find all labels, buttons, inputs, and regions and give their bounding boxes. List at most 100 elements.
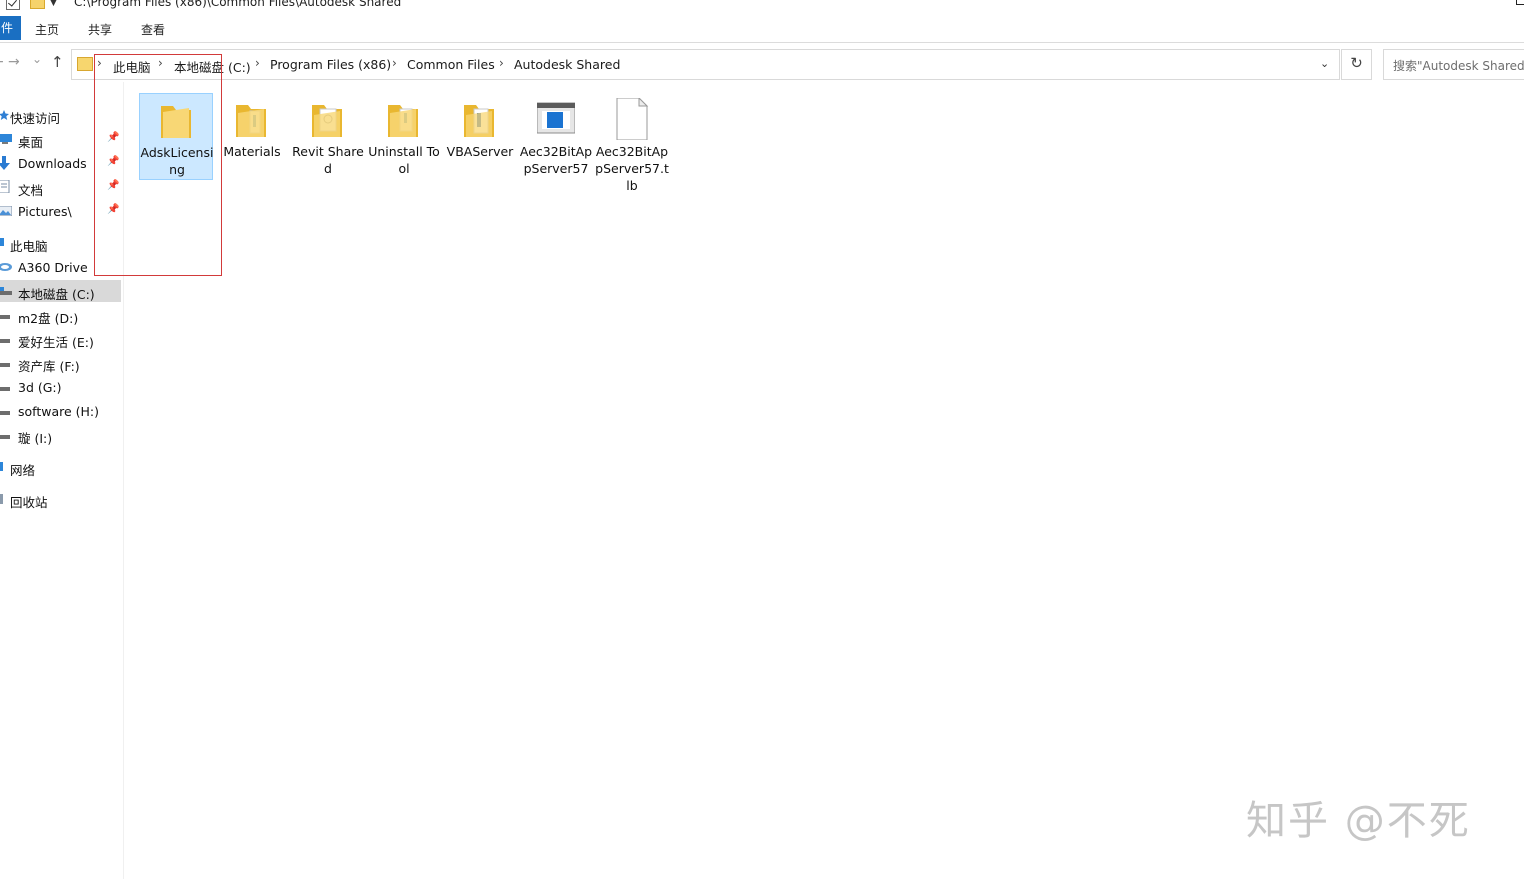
- sidebar-item-label: 网络: [10, 463, 36, 478]
- folder-icon: [312, 105, 342, 137]
- sidebar-item-label: 文档: [18, 183, 44, 198]
- cloud-drive-icon: [0, 263, 12, 271]
- desktop-icon: [0, 134, 12, 144]
- tab-share[interactable]: 共享: [88, 21, 112, 38]
- item-label: Materials: [223, 144, 281, 159]
- sidebar-item-label: 本地磁盘 (C:): [18, 287, 95, 302]
- search-placeholder: 搜索"Autodesk Shared": [1393, 59, 1524, 73]
- star-icon: [0, 110, 9, 120]
- sidebar-item-documents[interactable]: 文档 📌: [0, 176, 121, 198]
- address-dropdown-icon[interactable]: ⌄: [1320, 57, 1329, 70]
- list-item[interactable]: AdskLicensing: [139, 93, 213, 180]
- pictures-icon: [0, 206, 12, 216]
- tab-view[interactable]: 查看: [141, 21, 165, 38]
- pin-icon[interactable]: 📌: [107, 132, 119, 143]
- download-icon: [0, 156, 10, 170]
- sidebar-item-label: Pictures\: [18, 204, 72, 219]
- sidebar-item-label: 桌面: [18, 135, 44, 150]
- sidebar-item-local-disk-c[interactable]: 本地磁盘 (C:): [0, 280, 121, 302]
- quick-access-properties-icon[interactable]: [6, 0, 20, 10]
- navigation-bar: ← → ⌄ ↑ › 此电脑 › 本地磁盘 (C:) › Program File…: [0, 47, 1524, 80]
- sidebar-item-downloads[interactable]: Downloads 📌: [0, 152, 121, 174]
- folder-icon: [388, 105, 418, 137]
- recent-locations-button[interactable]: ⌄: [32, 52, 42, 66]
- navigation-pane: 快速访问 桌面 📌 Downloads 📌 文档 📌 Pictures\ 📌 此…: [0, 96, 122, 879]
- breadcrumb-separator-icon[interactable]: ›: [158, 56, 163, 70]
- sidebar-item-drive-f[interactable]: 资产库 (F:): [0, 352, 121, 374]
- list-item[interactable]: VBAServer: [443, 93, 517, 193]
- sidebar-item-drive-i[interactable]: 璇 (I:): [0, 424, 121, 446]
- breadcrumb-separator-icon[interactable]: ›: [499, 56, 504, 70]
- list-item[interactable]: Uninstall Tool: [367, 93, 441, 193]
- sidebar-item-desktop[interactable]: 桌面 📌: [0, 128, 121, 150]
- breadcrumb-separator-icon[interactable]: ›: [392, 56, 397, 70]
- sidebar-item-network[interactable]: 网络: [0, 456, 121, 478]
- sidebar-item-label: 3d (G:): [18, 380, 62, 395]
- window-title: C:\Program Files (x86)\Common Files\Auto…: [74, 0, 402, 9]
- list-item[interactable]: Aec32BitAppServer57.tlb: [595, 93, 669, 193]
- back-button[interactable]: ←: [0, 54, 4, 70]
- title-bar: ▼ C:\Program Files (x86)\Common Files\Au…: [0, 0, 1524, 14]
- sidebar-item-label: 快速访问: [10, 111, 61, 126]
- sidebar-item-a360-drive[interactable]: A360 Drive: [0, 256, 121, 278]
- ribbon: 件 主页 共享 查看: [0, 16, 1524, 43]
- item-label: Revit Shared: [292, 144, 364, 176]
- breadcrumb-separator-icon[interactable]: ›: [97, 56, 102, 70]
- drive-icon: [0, 387, 10, 391]
- sidebar-item-drive-e[interactable]: 爱好生活 (E:): [0, 328, 121, 350]
- list-item[interactable]: Aec32BitAppServer57: [519, 93, 593, 193]
- drive-icon: [0, 315, 10, 319]
- search-input[interactable]: 搜索"Autodesk Shared": [1383, 49, 1524, 80]
- sidebar-item-label: A360 Drive: [18, 260, 88, 275]
- sidebar-item-label: 资产库 (F:): [18, 359, 80, 374]
- breadcrumb-common-files[interactable]: Common Files: [407, 57, 495, 72]
- drive-icon: [0, 411, 10, 415]
- folder-icon: [236, 105, 266, 137]
- item-label: Uninstall Tool: [368, 144, 440, 176]
- sidebar-item-drive-d[interactable]: m2盘 (D:): [0, 304, 121, 326]
- pin-icon[interactable]: 📌: [107, 156, 119, 167]
- address-bar[interactable]: › 此电脑 › 本地磁盘 (C:) › Program Files (x86) …: [71, 49, 1340, 80]
- breadcrumb-this-pc[interactable]: 此电脑: [113, 57, 151, 76]
- file-icon: [616, 98, 649, 140]
- list-item[interactable]: Revit Shared: [291, 93, 365, 193]
- drive-icon: [0, 435, 10, 439]
- breadcrumb-program-files-x86[interactable]: Program Files (x86): [270, 57, 391, 72]
- pin-icon[interactable]: 📌: [107, 180, 119, 191]
- network-icon: [0, 462, 3, 471]
- new-folder-icon[interactable]: [30, 0, 45, 9]
- sidebar-item-recycle-bin[interactable]: 回收站: [0, 488, 121, 510]
- folder-icon: [77, 57, 93, 71]
- refresh-button[interactable]: ↻: [1341, 49, 1372, 80]
- tab-home[interactable]: 主页: [35, 21, 59, 38]
- computer-icon: [0, 238, 4, 246]
- sidebar-item-label: 爱好生活 (E:): [18, 335, 94, 350]
- customize-toolbar-chevron-icon[interactable]: ▼: [50, 0, 57, 8]
- watermark: 知乎 @不死: [1246, 798, 1471, 844]
- forward-button[interactable]: →: [8, 54, 20, 70]
- sidebar-item-label: 璇 (I:): [18, 431, 53, 446]
- folder-icon: [464, 105, 494, 137]
- sidebar-item-label: Downloads: [18, 156, 87, 171]
- drive-icon: [0, 287, 12, 295]
- pin-icon[interactable]: 📌: [107, 204, 119, 215]
- breadcrumb-autodesk-shared[interactable]: Autodesk Shared: [514, 57, 620, 72]
- item-label: VBAServer: [446, 144, 514, 159]
- drive-icon: [0, 363, 10, 367]
- sidebar-item-drive-g[interactable]: 3d (G:): [0, 376, 121, 398]
- up-button[interactable]: ↑: [51, 53, 64, 71]
- item-label: AdskLicensing: [140, 145, 214, 177]
- sidebar-item-label: 此电脑: [10, 239, 48, 254]
- breadcrumb-local-disk-c[interactable]: 本地磁盘 (C:): [174, 57, 251, 76]
- maximize-icon[interactable]: [1516, 0, 1524, 5]
- sidebar-item-pictures[interactable]: Pictures\ 📌: [0, 200, 121, 222]
- tab-file[interactable]: 件: [0, 16, 21, 40]
- sidebar-item-label: 回收站: [10, 495, 48, 510]
- list-item[interactable]: Materials: [215, 93, 289, 193]
- sidebar-item-quick-access[interactable]: 快速访问: [0, 104, 121, 126]
- file-list: AdskLicensing Materials Revit Shared Uni…: [124, 82, 1524, 879]
- breadcrumb-separator-icon[interactable]: ›: [255, 56, 260, 70]
- sidebar-item-this-pc[interactable]: 此电脑: [0, 232, 121, 254]
- sidebar-item-drive-h[interactable]: software (H:): [0, 400, 121, 422]
- sidebar-item-label: m2盘 (D:): [18, 311, 79, 326]
